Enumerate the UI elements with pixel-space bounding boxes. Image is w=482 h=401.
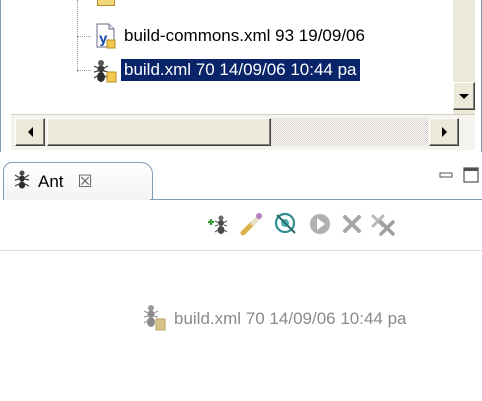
tree-item-build-xml[interactable]: build.xml 70 14/09/06 10:44 pa xyxy=(89,56,360,84)
buildfile-item[interactable]: build.xml 70 14/09/06 10:44 pa xyxy=(140,302,407,336)
remove-button[interactable] xyxy=(338,210,366,238)
tree-item-build-commons[interactable]: y build-commons.xml 93 19/09/06 xyxy=(89,22,368,50)
run-target-button[interactable] xyxy=(306,210,334,238)
search-buildfiles-button[interactable] xyxy=(238,210,266,238)
tab-bar-divider xyxy=(150,199,482,200)
remove-all-button[interactable] xyxy=(370,210,398,238)
tree-item-label: build.xml 70 14/09/06 10:44 pa xyxy=(121,59,360,81)
scroll-right-button[interactable] xyxy=(429,118,459,146)
run-target-icon xyxy=(310,214,330,234)
ant-buildfile-icon xyxy=(140,302,166,337)
partial-file-icon xyxy=(97,0,115,6)
maximize-icon xyxy=(463,167,479,183)
tab-ant-label: Ant xyxy=(38,171,64,191)
vertical-scrollbar[interactable] xyxy=(453,0,475,114)
xml-file-icon: y xyxy=(89,22,119,50)
scroll-down-button[interactable] xyxy=(453,82,475,110)
scroll-track[interactable] xyxy=(271,118,431,146)
close-tab-icon[interactable]: ☒ xyxy=(78,172,93,192)
tree-item-label: build-commons.xml 93 19/09/06 xyxy=(124,26,365,45)
minimize-view-button[interactable] xyxy=(436,165,456,185)
toolbar-divider xyxy=(0,250,482,251)
ant-buildfile-icon xyxy=(89,56,119,84)
buildfile-label: build.xml 70 14/09/06 10:44 pa xyxy=(174,309,407,328)
horizontal-scrollbar[interactable] xyxy=(11,114,475,150)
hide-internal-targets-icon xyxy=(274,212,296,234)
add-buildfiles-icon xyxy=(208,215,228,234)
remove-icon xyxy=(343,215,361,233)
scroll-left-button[interactable] xyxy=(15,118,45,146)
add-buildfiles-button[interactable] xyxy=(204,210,232,238)
chevron-right-icon xyxy=(441,127,447,137)
scroll-thumb[interactable] xyxy=(47,118,271,146)
ant-view: Ant ☒ build.xml 70 14/09/06 10:44 pa xyxy=(0,152,482,401)
view-tab-bar: Ant ☒ xyxy=(0,152,482,200)
remove-all-icon xyxy=(371,214,395,236)
maximize-view-button[interactable] xyxy=(460,165,482,185)
ant-view-toolbar xyxy=(0,202,482,250)
ant-icon xyxy=(12,169,32,194)
window: y build-commons.xml 93 19/09/06 build.xm… xyxy=(0,0,482,401)
minimize-icon xyxy=(439,172,453,178)
search-buildfiles-icon xyxy=(240,213,262,236)
navigator-pane: y build-commons.xml 93 19/09/06 build.xm… xyxy=(0,0,482,152)
hide-internal-targets-button[interactable] xyxy=(272,210,300,238)
tab-ant[interactable]: Ant ☒ xyxy=(3,162,153,200)
chevron-down-icon xyxy=(459,93,469,99)
chevron-left-icon xyxy=(27,127,33,137)
